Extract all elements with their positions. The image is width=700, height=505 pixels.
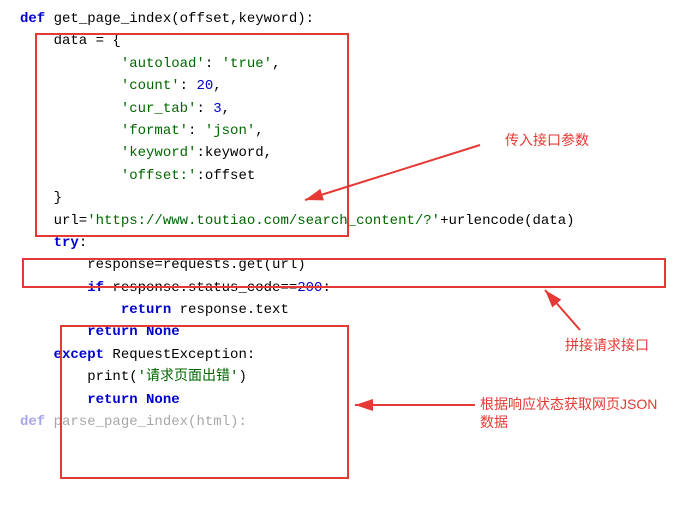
annotation-line: 数据 xyxy=(480,413,700,431)
annotation-text: 根据响应状态获取网页JSON 数据 xyxy=(480,395,700,431)
annotation-line: 根据响应状态获取网页JSON xyxy=(480,395,700,413)
string: 'true' xyxy=(222,56,272,72)
keyword-except: except xyxy=(20,347,104,363)
code-line: data = { xyxy=(8,30,700,52)
keyword-def: def xyxy=(20,11,45,27)
annotation-text: 拼接请求接口 xyxy=(565,335,649,355)
string: 'keyword' xyxy=(20,145,196,161)
string: 'cur_tab' xyxy=(20,101,196,117)
keyword-none: None xyxy=(138,324,180,340)
code-line: try: xyxy=(8,232,700,254)
code-line: print('请求页面出错') xyxy=(8,366,700,388)
code-text: response=requests.get(url) xyxy=(20,257,306,273)
keyword-return: return xyxy=(20,392,138,408)
code-line: url='https://www.toutiao.com/search_cont… xyxy=(8,210,700,232)
function-name: parse_page_index xyxy=(45,414,188,430)
string: '请求页面出错' xyxy=(138,369,239,385)
code-line: 'count': 20, xyxy=(8,75,700,97)
function-name: get_page_index xyxy=(45,11,171,27)
keyword-def: def xyxy=(20,414,45,430)
number: 200 xyxy=(297,280,322,296)
code-line: 'keyword':keyword, xyxy=(8,142,700,164)
code-line: response=requests.get(url) xyxy=(8,254,700,276)
keyword-return: return xyxy=(20,302,171,318)
keyword-none: None xyxy=(138,392,180,408)
code-line: } xyxy=(8,187,700,209)
code-line: 'format': 'json', xyxy=(8,120,700,142)
code-line: 'offset:':offset xyxy=(8,165,700,187)
code-text: data = { xyxy=(20,33,121,49)
string: 'offset:' xyxy=(20,168,196,184)
number: 20 xyxy=(196,78,213,94)
keyword-return: return xyxy=(20,324,138,340)
keyword-if: if xyxy=(20,280,104,296)
string-url: 'https://www.toutiao.com/search_content/… xyxy=(87,213,440,229)
string: 'autoload' xyxy=(20,56,205,72)
code-text: } xyxy=(20,190,62,206)
string: 'json' xyxy=(205,123,255,139)
number: 3 xyxy=(213,101,221,117)
annotation-text: 传入接口参数 xyxy=(505,130,589,150)
code-block: def get_page_index(offset,keyword): data… xyxy=(0,0,700,433)
string: 'format' xyxy=(20,123,188,139)
code-line: 'cur_tab': 3, xyxy=(8,98,700,120)
code-text: (offset,keyword): xyxy=(171,11,314,27)
keyword-try: try xyxy=(20,235,79,251)
string: 'count' xyxy=(20,78,180,94)
code-line: if response.status_code==200: xyxy=(8,277,700,299)
code-line: def get_page_index(offset,keyword): xyxy=(8,8,700,30)
code-line: 'autoload': 'true', xyxy=(8,53,700,75)
code-line: return response.text xyxy=(8,299,700,321)
